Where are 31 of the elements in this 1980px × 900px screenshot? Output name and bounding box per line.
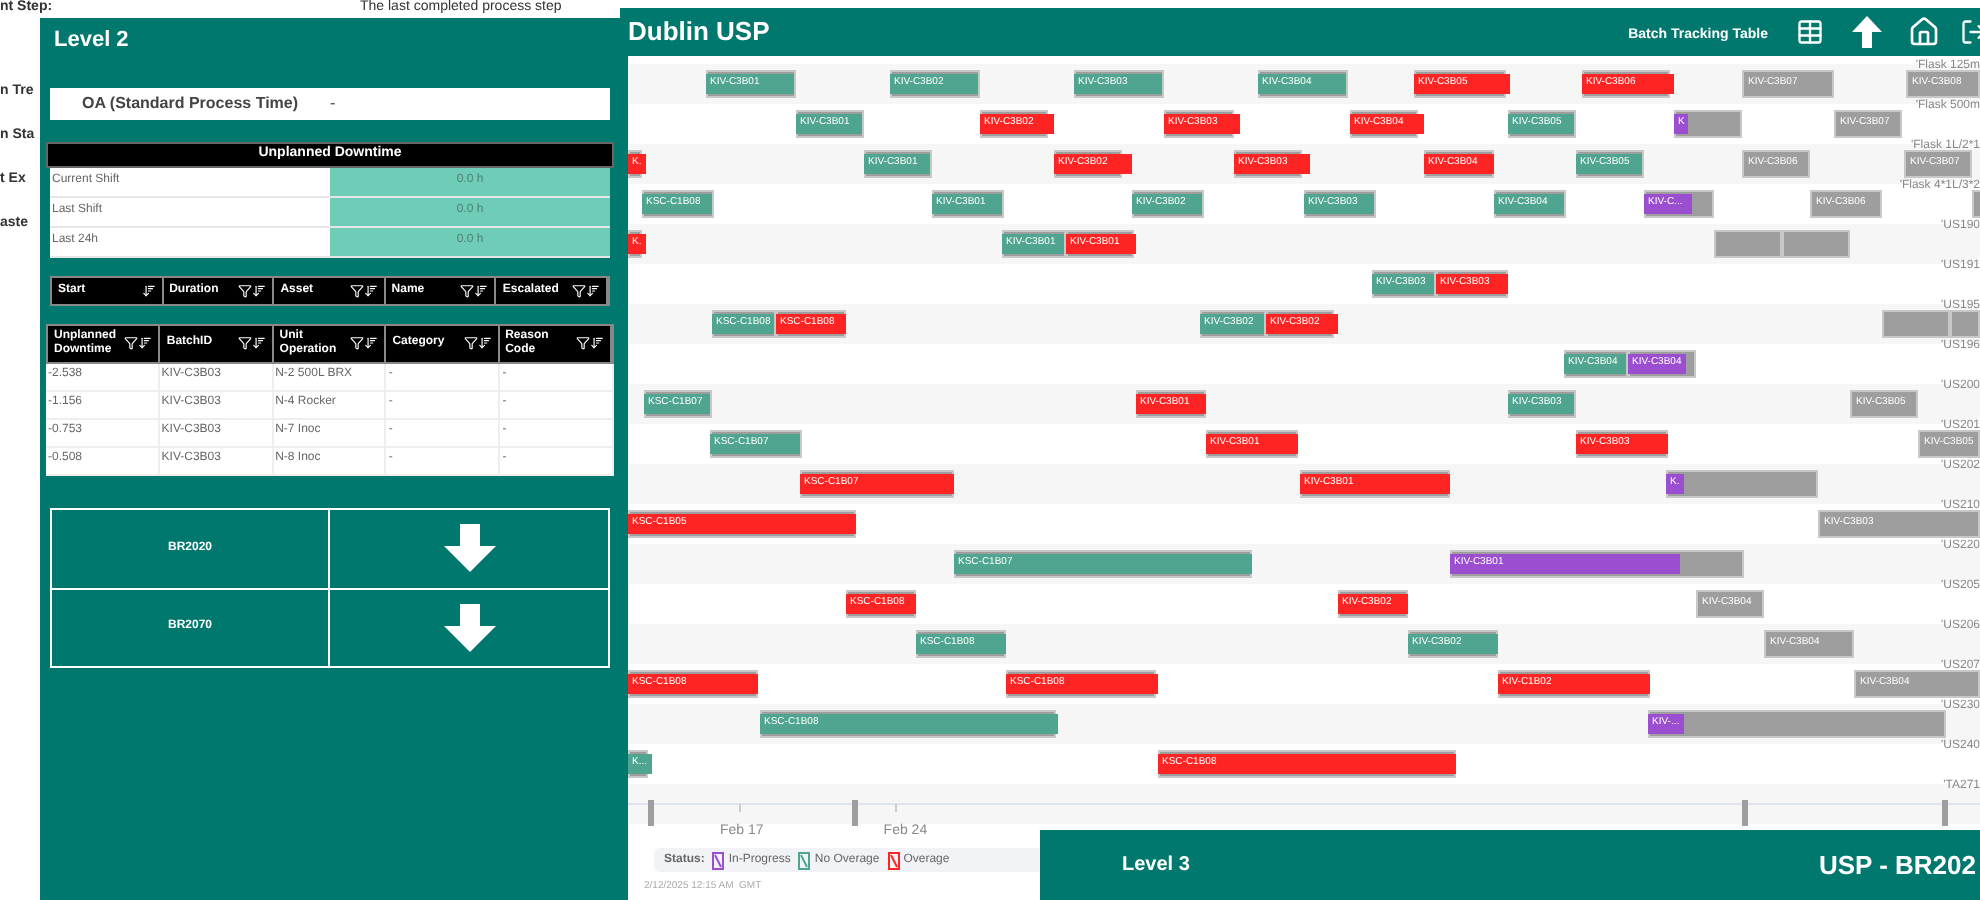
- filter-icon[interactable]: [350, 336, 365, 350]
- sort-icon[interactable]: [252, 283, 267, 297]
- filter-icon[interactable]: [460, 283, 475, 297]
- table-icon[interactable]: [1796, 18, 1824, 46]
- sort-icon[interactable]: [363, 283, 378, 297]
- sort-icon[interactable]: [138, 336, 153, 350]
- arrow-down-icon: [443, 524, 495, 572]
- filter-icon[interactable]: [576, 336, 590, 350]
- metric-label: OA (Standard Process Time): [79, 91, 301, 115]
- filter-icon[interactable]: [463, 336, 478, 350]
- panel-title: Level 3: [1122, 852, 1190, 880]
- sort-icon[interactable]: [590, 336, 604, 350]
- filter-icon[interactable]: [124, 336, 139, 350]
- sort-icon[interactable]: [477, 336, 492, 350]
- sort-icon[interactable]: [251, 336, 266, 350]
- arrow-down-icon: [443, 603, 495, 651]
- sort-icon[interactable]: [141, 283, 156, 297]
- metric-value: -: [330, 91, 338, 115]
- sort-icon[interactable]: [364, 336, 379, 350]
- filter-icon[interactable]: [349, 283, 364, 297]
- filter-icon[interactable]: [237, 336, 252, 350]
- home-icon[interactable]: [1908, 16, 1940, 48]
- arrow-up-icon[interactable]: [1852, 16, 1882, 48]
- panel-subtitle: USP - BR202: [1818, 847, 1976, 884]
- panel-title: Dublin USP: [628, 14, 770, 51]
- panel-title: Level 2: [54, 26, 131, 56]
- filter-icon[interactable]: [238, 283, 253, 297]
- sort-icon[interactable]: [474, 283, 489, 297]
- sort-icon[interactable]: [585, 283, 600, 297]
- filter-icon[interactable]: [571, 283, 586, 297]
- exit-icon[interactable]: [1960, 18, 1980, 46]
